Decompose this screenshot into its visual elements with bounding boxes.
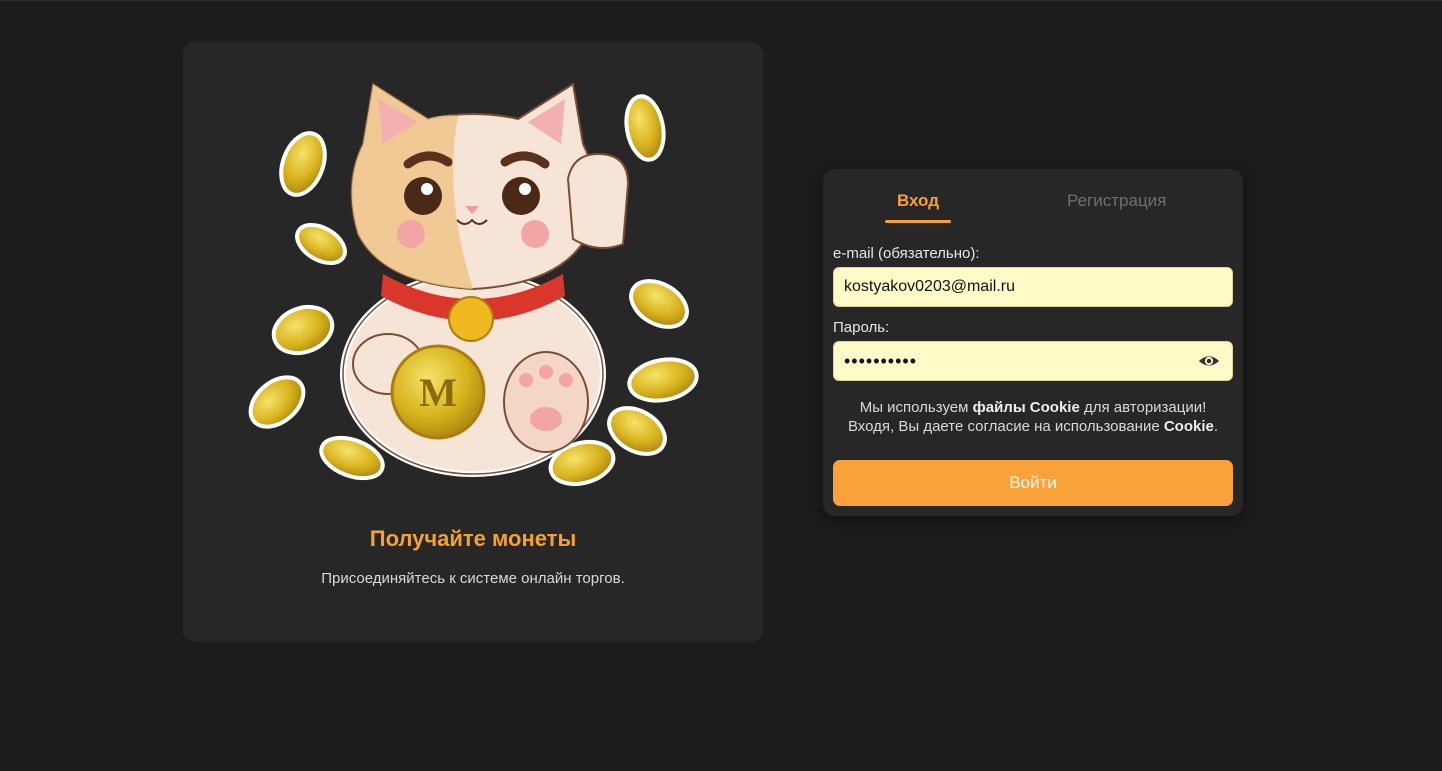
password-label: Пароль: — [833, 319, 890, 336]
cookie-text-3: Входя, Вы даете согласие на использовани… — [847, 418, 1164, 435]
tab-login[interactable]: Вход — [885, 191, 951, 211]
auth-card: Вход Регистрация e-mail (обязательно): П… — [823, 169, 1243, 516]
login-button[interactable]: Войти — [833, 460, 1233, 506]
lucky-cat-illustration: M — [248, 82, 699, 487]
cookie-bold-2: Cookie — [1163, 418, 1214, 435]
email-label: e-mail (обязательно): — [833, 245, 980, 262]
eye-icon[interactable] — [1198, 352, 1220, 370]
email-field[interactable] — [844, 268, 1184, 306]
cookie-text-1: Мы используем — [859, 399, 973, 416]
promo-title: Получайте монеты — [369, 526, 577, 551]
tab-register[interactable]: Регистрация — [1067, 191, 1166, 211]
cookie-notice-line-2: Входя, Вы даете согласие на использовани… — [823, 417, 1243, 436]
active-tab-indicator — [885, 220, 951, 223]
password-field[interactable] — [844, 342, 1184, 380]
cookie-bold-1: файлы Cookie — [972, 399, 1080, 416]
cookie-text-2: для авторизации! — [1079, 399, 1207, 416]
cookie-notice: Мы используем файлы Cookie для авторизац… — [823, 398, 1243, 436]
svg-text:M: M — [419, 370, 457, 415]
promo-subtitle: Присоединяйтесь к системе онлайн торгов. — [321, 570, 625, 587]
cookie-text-4: . — [1213, 418, 1219, 435]
password-field-box — [833, 341, 1233, 381]
email-field-box — [833, 267, 1233, 307]
top-border — [0, 0, 1442, 1]
promo-card: M Получайте монеты Присоединяйтесь к сис… — [183, 42, 763, 642]
cat: M — [340, 82, 630, 477]
cookie-notice-line-1: Мы используем файлы Cookie для авторизац… — [823, 398, 1243, 417]
